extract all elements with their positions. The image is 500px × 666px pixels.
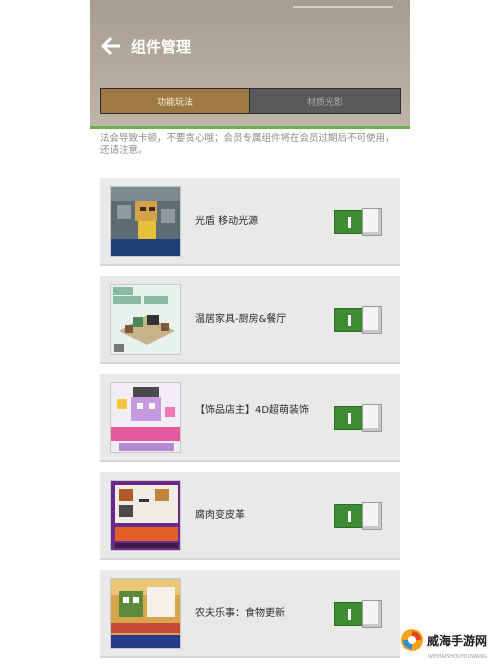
toggle-knob [362, 404, 382, 432]
tab-textures[interactable]: 材质光影 [250, 89, 400, 113]
toggle-on-indicator [334, 602, 364, 626]
item-thumbnail [110, 578, 181, 649]
item-title: 农夫乐事：食物更新 [195, 608, 285, 619]
page-margin-right [410, 0, 500, 666]
header-bar: 组件管理 功能玩法 材质光影 [90, 0, 410, 128]
toggle-switch[interactable] [334, 208, 382, 236]
tab-bar: 功能玩法 材质光影 [100, 88, 401, 114]
item-thumbnail [110, 186, 181, 257]
toggle-switch[interactable] [334, 502, 382, 530]
watermark-logo-icon [401, 629, 423, 651]
toggle-switch[interactable] [334, 404, 382, 432]
item-title: 【饰品店主】4D超萌装饰 [195, 405, 310, 416]
back-arrow-icon[interactable] [100, 35, 122, 57]
divider [90, 126, 410, 129]
item-title: 腐肉变皮革 [195, 510, 245, 521]
status-line [293, 6, 393, 8]
list-item: 光盾 移动光源 [100, 178, 400, 266]
watermark-subtext: WEIHAISHOUYOUWANG [428, 654, 487, 660]
toggle-knob [362, 208, 382, 236]
item-title: 光盾 移动光源 [195, 216, 259, 227]
page-margin-left [0, 0, 90, 666]
item-thumbnail [110, 382, 181, 453]
item-thumbnail [110, 284, 181, 355]
app-screen: 组件管理 功能玩法 材质光影 法会导致卡顿，不要贪心哦；会员专属组件将在会员过期… [90, 0, 410, 666]
item-title: 温居家具-厨房&餐厅 [195, 314, 287, 325]
toggle-knob [362, 600, 382, 628]
tab-gameplay[interactable]: 功能玩法 [101, 89, 250, 113]
toggle-on-indicator [334, 406, 364, 430]
page-title: 组件管理 [131, 38, 192, 56]
toggle-on-indicator [334, 308, 364, 332]
item-thumbnail [110, 480, 181, 551]
watermark: 威海手游网 [400, 628, 487, 652]
notice-text: 法会导致卡顿，不要贪心哦；会员专属组件将在会员过期后不可使用，还请注意。 [100, 133, 395, 156]
toggle-switch[interactable] [334, 600, 382, 628]
toggle-switch[interactable] [334, 306, 382, 334]
toggle-on-indicator [334, 504, 364, 528]
list-item: 温居家具-厨房&餐厅 [100, 276, 400, 364]
list-item: 【饰品店主】4D超萌装饰 [100, 374, 400, 462]
toggle-knob [362, 502, 382, 530]
toggle-knob [362, 306, 382, 334]
list-item: 农夫乐事：食物更新 [100, 570, 400, 658]
toggle-on-indicator [334, 210, 364, 234]
watermark-text: 威海手游网 [427, 633, 488, 648]
list-item: 腐肉变皮革 [100, 472, 400, 560]
